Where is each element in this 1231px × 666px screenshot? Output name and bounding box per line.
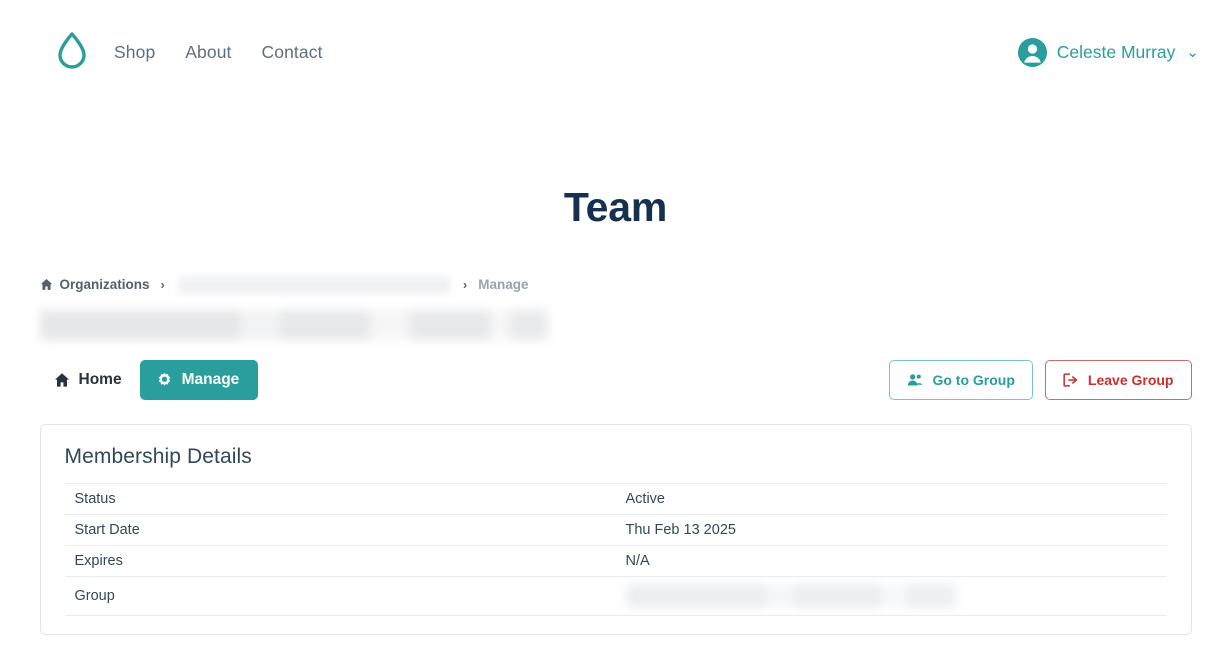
tab-manage-label: Manage: [182, 371, 240, 389]
tab-home-label: Home: [79, 371, 122, 389]
user-menu-button[interactable]: Celeste Murray ⌄: [1017, 37, 1199, 68]
go-to-group-button[interactable]: Go to Group: [889, 360, 1032, 400]
row-value-expires: N/A: [616, 546, 1167, 577]
brand-logo-link[interactable]: [52, 31, 92, 75]
tab-manage[interactable]: Manage: [140, 360, 259, 400]
page-content: Organizations › › Manage Home Manage: [40, 231, 1192, 635]
home-icon: [40, 278, 51, 291]
table-row: Start Date Thu Feb 13 2025: [65, 515, 1167, 546]
breadcrumb-separator-icon-2: ›: [461, 278, 469, 291]
row-key-start-date: Start Date: [65, 515, 616, 546]
organization-subtitle-redacted: [40, 310, 548, 340]
go-to-group-label: Go to Group: [932, 372, 1014, 388]
breadcrumb: Organizations › › Manage: [40, 274, 1192, 294]
leave-group-button[interactable]: Leave Group: [1045, 360, 1192, 400]
nav-link-about[interactable]: About: [185, 42, 231, 63]
table-row: Group: [65, 577, 1167, 616]
membership-details-card: Membership Details Status Active Start D…: [40, 424, 1192, 635]
row-key-status: Status: [65, 484, 616, 515]
row-value-status: Active: [616, 484, 1167, 515]
membership-details-table: Status Active Start Date Thu Feb 13 2025…: [65, 483, 1167, 616]
table-row: Status Active: [65, 484, 1167, 515]
page-title: Team: [0, 184, 1231, 231]
sign-out-icon: [1063, 372, 1079, 388]
users-icon: [907, 372, 923, 388]
nav-link-shop[interactable]: Shop: [114, 42, 155, 63]
breadcrumb-separator-icon: ›: [159, 278, 167, 291]
breadcrumb-item-organization-redacted[interactable]: [178, 274, 450, 295]
top-navigation-bar: Shop About Contact Celeste Murray ⌄: [0, 0, 1231, 105]
breadcrumb-item-organizations[interactable]: Organizations: [60, 277, 150, 292]
row-value-group: [616, 577, 1167, 616]
row-key-group: Group: [65, 577, 616, 616]
toolbar: Home Manage Go to Group: [40, 358, 1192, 402]
group-value-redacted: [626, 584, 956, 608]
user-avatar-icon: [1017, 37, 1048, 68]
gear-icon: [156, 372, 173, 389]
row-key-expires: Expires: [65, 546, 616, 577]
nav-link-contact[interactable]: Contact: [262, 42, 323, 63]
leave-group-label: Leave Group: [1088, 372, 1174, 388]
home-icon: [54, 372, 70, 388]
chevron-down-icon: ⌄: [1186, 45, 1199, 60]
water-drop-icon: [56, 31, 88, 74]
breadcrumb-item-manage: Manage: [478, 277, 528, 292]
user-menu-name: Celeste Murray: [1057, 42, 1176, 63]
card-title: Membership Details: [65, 445, 1167, 469]
primary-nav-links: Shop About Contact: [114, 42, 323, 63]
row-value-start-date: Thu Feb 13 2025: [616, 515, 1167, 546]
table-row: Expires N/A: [65, 546, 1167, 577]
tab-home[interactable]: Home: [40, 371, 140, 389]
